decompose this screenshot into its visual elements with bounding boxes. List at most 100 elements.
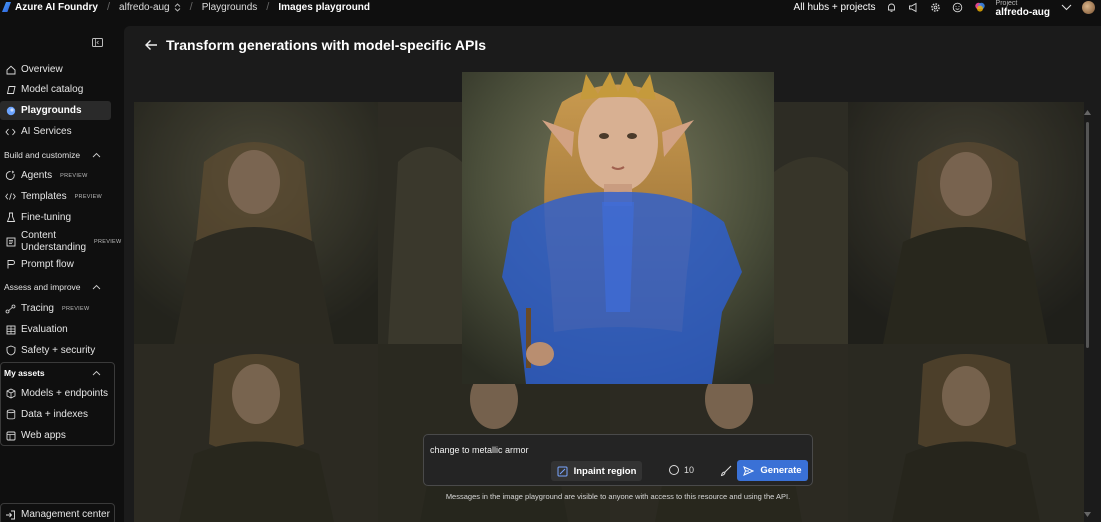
sidebar-collapse-icon[interactable] (92, 38, 104, 48)
section-assess-improve[interactable]: Assess and improve (0, 279, 111, 295)
sidebar-item-label: Content (21, 230, 57, 241)
inpaint-region-label: Inpaint region (573, 465, 637, 477)
content-understanding-label: Content Understanding (21, 230, 86, 254)
count-ring-icon (669, 465, 679, 475)
megaphone-icon[interactable] (908, 1, 920, 13)
top-right-controls: All hubs + projects Project alfredo-aug (794, 0, 1095, 18)
shield-icon (5, 345, 16, 356)
sidebar-item-label: Agents (21, 170, 53, 181)
top-bar: Azure AI Foundry / alfredo-aug / Playgro… (0, 0, 1101, 18)
back-arrow-icon[interactable] (144, 38, 158, 52)
chevron-up-icon (92, 284, 101, 290)
prompt-input[interactable]: change to metallic armor (430, 445, 529, 455)
generated-image-tile[interactable] (774, 102, 848, 344)
sidebar-item-models-endpoints[interactable]: Models + endpoints (0, 384, 111, 403)
section-my-assets[interactable]: My assets (0, 365, 111, 381)
web-app-icon (5, 430, 16, 441)
breadcrumb-hub-label: alfredo-aug (119, 1, 170, 13)
chevron-up-icon (92, 370, 101, 376)
vertical-scrollbar[interactable] (1086, 122, 1089, 348)
sidebar-item-model-catalog[interactable]: Model catalog (0, 80, 111, 99)
image-count-selector[interactable]: 10 (669, 465, 694, 475)
sidebar-item-label: Overview (21, 64, 63, 75)
section-label: Build and customize (4, 150, 81, 160)
chevron-down-icon[interactable] (1060, 1, 1072, 13)
sidebar-item-management-center[interactable]: Management center (0, 505, 111, 522)
sidebar-item-label: Model catalog (21, 84, 84, 95)
sign-in-icon (5, 509, 16, 520)
flask-icon (5, 212, 16, 223)
sidebar-item-safety[interactable]: Safety + security (0, 341, 111, 360)
generated-image-tile[interactable] (848, 102, 1084, 344)
agents-icon (5, 170, 16, 181)
breadcrumb-current: Images playground (278, 1, 371, 13)
page-header: Transform generations with model-specifi… (144, 37, 486, 53)
breadcrumb-separator: / (266, 1, 270, 13)
breadcrumb-playgrounds[interactable]: Playgrounds (202, 2, 258, 13)
preview-badge: PREVIEW (60, 172, 88, 179)
bell-icon[interactable] (886, 1, 898, 13)
sidebar-item-label: Web apps (21, 430, 66, 441)
breadcrumb-separator: / (189, 1, 193, 13)
sidebar-item-label: Models + endpoints (21, 388, 109, 399)
selected-image[interactable] (462, 72, 774, 384)
breadcrumb-hub[interactable]: alfredo-aug (119, 2, 181, 13)
privacy-disclaimer: Messages in the image playground are vis… (445, 492, 791, 501)
prompt-input-box[interactable]: change to metallic armor Inpaint region … (423, 434, 813, 486)
sidebar-item-evaluation[interactable]: Evaluation (0, 320, 111, 339)
brush-icon[interactable] (720, 465, 732, 477)
sidebar-item-data-indexes[interactable]: Data + indexes (0, 405, 111, 424)
sidebar-item-content-understanding[interactable]: Content Understanding PREVIEW (0, 229, 121, 255)
avatar[interactable] (1082, 0, 1095, 14)
generated-image-tile[interactable] (378, 102, 462, 344)
sidebar-item-tracing[interactable]: Tracing PREVIEW (0, 299, 111, 318)
section-label: Assess and improve (4, 282, 81, 292)
section-label: My assets (4, 368, 45, 378)
all-hubs-link[interactable]: All hubs + projects (794, 2, 876, 13)
sidebar-item-agents[interactable]: Agents PREVIEW (0, 166, 111, 185)
database-icon (5, 409, 16, 420)
chevron-updown-icon (174, 2, 180, 12)
breadcrumb-separator: / (106, 1, 111, 13)
home-icon (5, 64, 16, 75)
code-icon (5, 191, 16, 202)
sidebar-item-label: Understanding (21, 242, 87, 253)
prompt-flow-icon (5, 259, 16, 270)
sidebar-item-label: Prompt flow (21, 259, 74, 270)
generate-label: Generate (760, 465, 802, 476)
evaluation-icon (5, 324, 16, 335)
generated-image-tile[interactable] (134, 102, 378, 344)
scroll-down-icon[interactable] (1084, 512, 1091, 517)
sidebar-item-label: Management center (21, 509, 110, 520)
sidebar-item-prompt-flow[interactable]: Prompt flow (0, 255, 111, 274)
sidebar-item-web-apps[interactable]: Web apps (0, 426, 111, 445)
sidebar-item-overview[interactable]: Overview (0, 60, 111, 79)
project-name: alfredo-aug (995, 7, 1050, 18)
chevron-up-icon (92, 152, 101, 158)
inpaint-icon (557, 466, 568, 476)
ai-services-icon (5, 126, 16, 137)
sidebar-item-label: Playgrounds (21, 105, 82, 116)
sidebar-item-templates[interactable]: Templates PREVIEW (0, 187, 111, 206)
preview-badge: PREVIEW (74, 193, 103, 200)
section-build-customize[interactable]: Build and customize (0, 147, 111, 163)
gear-icon[interactable] (930, 1, 942, 13)
smiley-icon[interactable] (952, 1, 964, 13)
inpaint-region-button[interactable]: Inpaint region (551, 461, 642, 481)
brand[interactable]: Azure AI Foundry (2, 2, 98, 13)
page-title: Transform generations with model-specifi… (166, 37, 486, 53)
sidebar-item-playgrounds[interactable]: Playgrounds (0, 101, 111, 120)
sidebar-item-fine-tuning[interactable]: Fine-tuning (0, 208, 111, 227)
sidebar-item-ai-services[interactable]: AI Services (0, 122, 111, 141)
scroll-up-icon[interactable] (1084, 110, 1091, 115)
sidebar-item-label: Fine-tuning (21, 212, 72, 223)
copilot-icon[interactable] (974, 1, 986, 13)
document-scan-icon (5, 237, 16, 248)
sidebar-item-label: Safety + security (21, 345, 96, 356)
sidebar-item-label: Tracing (21, 303, 54, 314)
catalog-icon (5, 84, 16, 95)
sidebar-item-label: Data + indexes (21, 409, 88, 420)
brand-name: Azure AI Foundry (15, 1, 98, 13)
project-selector[interactable]: Project alfredo-aug (995, 0, 1050, 18)
generate-button[interactable]: Generate (737, 460, 808, 481)
